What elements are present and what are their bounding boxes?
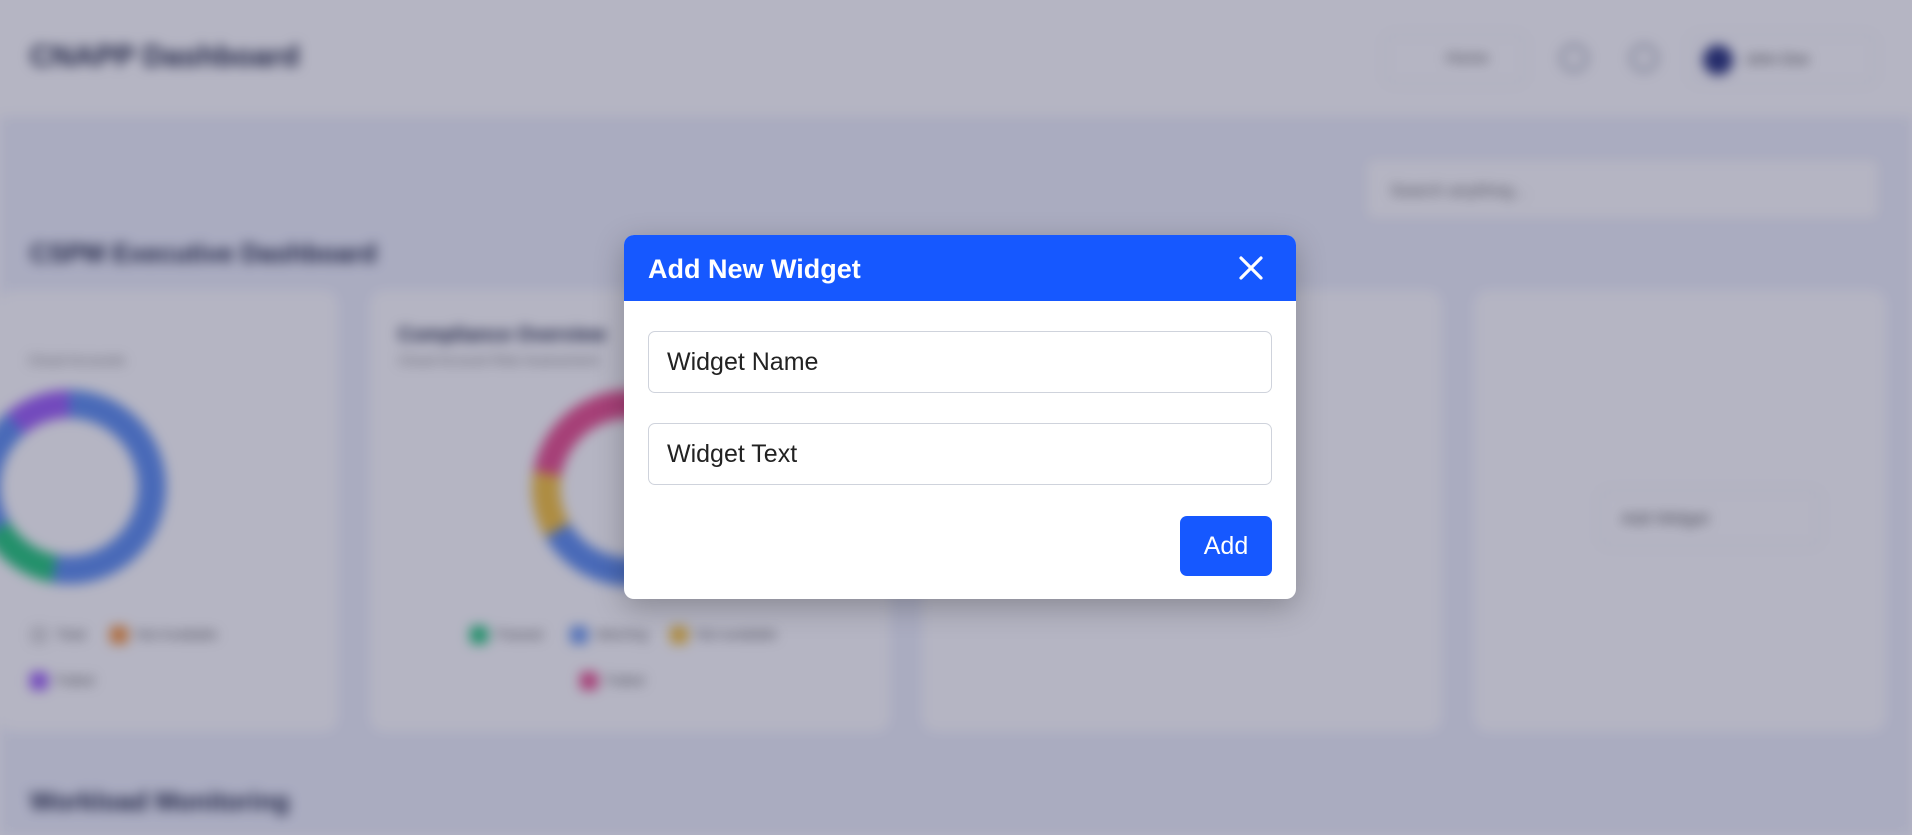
close-icon [1239,256,1263,280]
add-widget-modal: Add New Widget Add [624,235,1296,599]
widget-text-input[interactable] [648,423,1272,485]
modal-header: Add New Widget [624,235,1296,301]
close-button[interactable] [1232,249,1270,287]
add-button[interactable]: Add [1180,516,1272,576]
modal-title: Add New Widget [648,254,861,284]
widget-name-input[interactable] [648,331,1272,393]
